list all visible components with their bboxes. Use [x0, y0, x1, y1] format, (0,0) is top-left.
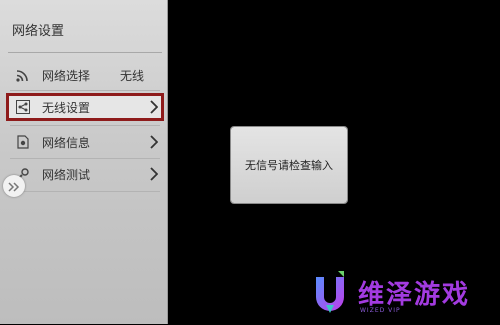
share-icon: [14, 98, 32, 116]
menu-item-value: 无线: [120, 68, 145, 83]
menu-item-label: 网络信息: [42, 135, 91, 150]
brand-logo-icon: [308, 269, 352, 321]
no-signal-dialog: 无信号请检查输入: [231, 127, 347, 203]
menu-item-label: 网络选择: [42, 68, 91, 83]
dialog-message: 无信号请检查输入: [245, 159, 333, 172]
menu-item-wireless-settings[interactable]: 无线设置: [6, 93, 164, 121]
menu-item-network-info[interactable]: 网络信息: [6, 128, 164, 156]
item-divider: [10, 125, 160, 126]
item-divider: [10, 158, 160, 159]
chevron-right-icon: [150, 134, 159, 153]
double-chevron-right-icon: [8, 177, 20, 196]
chevron-right-icon: [150, 166, 159, 185]
menu-item-label: 无线设置: [42, 100, 91, 115]
item-divider: [10, 191, 160, 192]
menu-item-network-select[interactable]: 网络选择 无线: [6, 61, 164, 89]
brand-name: 维泽游戏: [358, 280, 471, 310]
wifi-icon: [14, 66, 32, 84]
menu-item-network-test[interactable]: 网络测试: [6, 160, 164, 188]
chevron-right-icon: [150, 99, 159, 118]
settings-sidebar: 网络设置 网络选择 无线 无线设置 网络信息 网络测试: [0, 0, 168, 324]
title-divider: [8, 52, 162, 53]
sidebar-title: 网络设置: [12, 24, 65, 39]
watermark: 维泽游戏 WIZED VIP: [308, 268, 498, 322]
info-doc-icon: [14, 133, 32, 151]
menu-item-label: 网络测试: [42, 167, 91, 182]
brand-subtitle: WIZED VIP: [360, 307, 401, 314]
item-divider: [10, 90, 160, 91]
expand-handle-button[interactable]: [3, 175, 25, 197]
